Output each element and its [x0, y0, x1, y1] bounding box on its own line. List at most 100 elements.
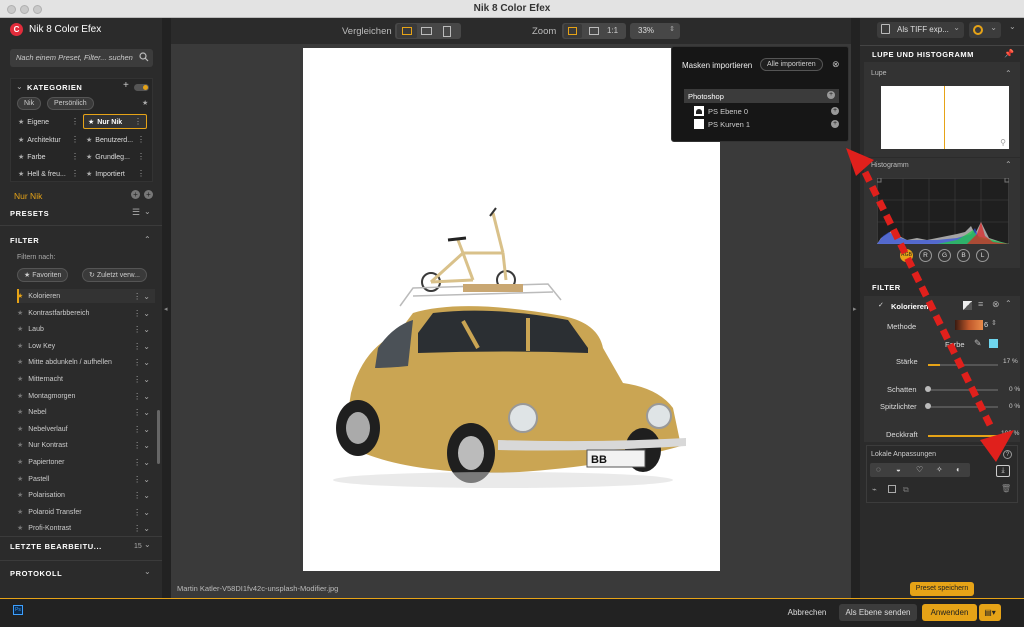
- category-eigene[interactable]: ★ Eigene: [18, 118, 49, 126]
- filter-list-item[interactable]: ★ Mitternacht ⋮ ⌄: [17, 375, 160, 390]
- send-as-layer-button[interactable]: Als Ebene senden: [839, 604, 917, 621]
- presets-header[interactable]: PRESETS: [10, 209, 49, 218]
- filter-list-item[interactable]: ★ Nebelverlauf ⋮ ⌄: [17, 425, 160, 440]
- filter-item-controls[interactable]: ⋮ ⌄: [133, 375, 150, 384]
- favorites-pill[interactable]: ★ Favoriten: [17, 268, 69, 282]
- category-benutzerd[interactable]: ★ Benutzerd...: [86, 136, 133, 144]
- list-view-icon[interactable]: ☰: [132, 207, 140, 218]
- star-icon[interactable]: ★: [17, 326, 23, 333]
- tag-personal[interactable]: Persönlich: [47, 97, 94, 110]
- chevron-down-icon[interactable]: ⌄: [16, 82, 23, 91]
- compare-single-icon[interactable]: [397, 24, 417, 38]
- star-icon[interactable]: ★: [17, 442, 23, 449]
- category-toggle[interactable]: [134, 84, 149, 91]
- import-all-button[interactable]: Alle importieren: [760, 58, 823, 71]
- zoom-fill-icon[interactable]: [589, 27, 599, 35]
- filter-item-controls[interactable]: ⋮ ⌄: [133, 292, 150, 301]
- star-icon[interactable]: ★: [17, 426, 23, 433]
- zoom-1to1-button[interactable]: 1:1: [607, 26, 618, 35]
- protocol-header[interactable]: PROTOKOLL: [10, 569, 62, 578]
- filter-item-controls[interactable]: ⋮ ⌄: [133, 458, 150, 467]
- chevron-up-icon[interactable]: ⌃: [144, 235, 151, 244]
- category-grundleg[interactable]: ★ Grundleg...: [86, 153, 130, 161]
- filter-list-item[interactable]: ★ Montagmorgen ⋮ ⌄: [17, 392, 160, 407]
- chevron-down-icon[interactable]: ⌄: [1009, 22, 1016, 31]
- more-options-icon[interactable]: ⋮: [137, 152, 145, 161]
- filter-item-controls[interactable]: ⋮ ⌄: [133, 342, 150, 351]
- filter-list-item[interactable]: ★ Profi-Kontrast ⋮ ⌄: [17, 524, 160, 539]
- filter-list-item[interactable]: ★ Kontrastfarbbereich ⋮ ⌄: [17, 309, 160, 324]
- star-icon[interactable]: ★: [17, 492, 23, 499]
- filter-item-controls[interactable]: ⋮ ⌄: [133, 508, 150, 517]
- pin-icon[interactable]: 📌: [1004, 49, 1014, 58]
- filter-list-item[interactable]: ★ Nebel ⋮ ⌄: [17, 408, 160, 423]
- scrollbar-thumb[interactable]: [157, 410, 160, 464]
- apply-button[interactable]: Anwenden: [922, 604, 977, 621]
- export-dropdown[interactable]: Als TIFF exp... ⌄: [877, 22, 964, 38]
- more-options-icon[interactable]: ⋮: [134, 117, 142, 126]
- zoom-fit-icon[interactable]: [564, 24, 582, 38]
- add-icon[interactable]: +: [831, 107, 839, 115]
- filter-item-controls[interactable]: ⋮ ⌄: [133, 392, 150, 401]
- star-icon[interactable]: ★: [17, 293, 23, 300]
- compare-split-vertical-icon[interactable]: [421, 27, 432, 35]
- filter-list-item[interactable]: ★ Mitte abdunkeln / aufhellen ⋮ ⌄: [17, 358, 160, 373]
- more-options-icon[interactable]: ⋮: [71, 135, 79, 144]
- category-nur-nik[interactable]: ★ Nur Nik ⋮: [83, 114, 147, 129]
- filter-list-item[interactable]: ★ Papiertoner ⋮ ⌄: [17, 458, 160, 473]
- category-hell-freu[interactable]: ★ Hell & freu...: [18, 170, 66, 178]
- filter-list-item[interactable]: ★ Polarisation ⋮ ⌄: [17, 491, 160, 506]
- star-icon[interactable]: ★: [17, 409, 23, 416]
- duplicate-icon[interactable]: ⧉: [903, 485, 909, 495]
- filter-item-controls[interactable]: ⋮ ⌄: [133, 491, 150, 500]
- filter-item-controls[interactable]: ⋮ ⌄: [133, 441, 150, 450]
- filter-list-item[interactable]: ★ Kolorieren ⋮ ⌄: [17, 292, 160, 307]
- layer-row[interactable]: PS Kurven 1 +: [694, 118, 839, 132]
- star-icon[interactable]: ★: [17, 525, 23, 532]
- filter-item-controls[interactable]: ⋮ ⌄: [133, 408, 150, 417]
- category-importiert[interactable]: ★ Importiert: [86, 170, 125, 178]
- save-preset-button[interactable]: Preset speichern: [910, 582, 974, 596]
- star-icon[interactable]: ★: [17, 459, 23, 466]
- chevron-up-icon[interactable]: ⌃: [1005, 69, 1012, 78]
- category-farbe[interactable]: ★ Farbe: [18, 153, 46, 161]
- more-options-icon[interactable]: ⋮: [71, 169, 79, 178]
- more-options-icon[interactable]: ⋮: [137, 135, 145, 144]
- chevron-down-icon[interactable]: ⌄: [144, 540, 151, 549]
- filter-item-controls[interactable]: ⋮ ⌄: [133, 325, 150, 334]
- add-category-icon[interactable]: +: [123, 80, 129, 91]
- trash-icon[interactable]: 🗑: [1001, 484, 1011, 493]
- source-row[interactable]: Photoshop +: [684, 89, 839, 103]
- apply-options-dropdown[interactable]: ▤▾: [979, 604, 1001, 621]
- favorite-star-icon[interactable]: ★: [142, 99, 148, 107]
- star-icon[interactable]: ★: [17, 310, 23, 317]
- filter-item-controls[interactable]: ⋮ ⌄: [133, 309, 150, 318]
- filter-list-item[interactable]: ★ Laub ⋮ ⌄: [17, 325, 160, 340]
- filter-item-controls[interactable]: ⋮ ⌄: [133, 358, 150, 367]
- search-input[interactable]: Nach einem Preset, Filter... suchen: [10, 49, 153, 67]
- more-options-icon[interactable]: ⋮: [71, 152, 79, 161]
- star-icon[interactable]: ★: [17, 359, 23, 366]
- chevron-down-icon[interactable]: ⌄: [144, 567, 151, 576]
- star-icon[interactable]: ★: [17, 343, 23, 350]
- filter-list-item[interactable]: ★ Pastell ⋮ ⌄: [17, 475, 160, 490]
- filter-item-controls[interactable]: ⋮ ⌄: [133, 524, 150, 533]
- cancel-button[interactable]: Abbrechen: [778, 604, 836, 621]
- filter-item-controls[interactable]: ⋮ ⌄: [133, 425, 150, 434]
- close-icon[interactable]: ⊗: [832, 59, 840, 70]
- mask-view-icon[interactable]: [888, 485, 896, 493]
- image-canvas[interactable]: BB: [303, 48, 720, 571]
- star-icon[interactable]: ★: [17, 376, 23, 383]
- more-options-icon[interactable]: ⋮: [137, 169, 145, 178]
- layer-row[interactable]: PS Ebene 0 +: [694, 105, 839, 119]
- link-icon[interactable]: ⌁: [872, 485, 877, 494]
- filter-header[interactable]: FILTER: [10, 236, 39, 245]
- star-icon[interactable]: ★: [17, 393, 23, 400]
- recent-edits-header[interactable]: LETZTE BEARBEITU...: [10, 542, 102, 551]
- add-icon[interactable]: +: [827, 91, 835, 99]
- chevron-down-icon[interactable]: ⌄: [144, 207, 151, 216]
- add-icon[interactable]: +: [831, 120, 839, 128]
- filter-item-controls[interactable]: ⋮ ⌄: [133, 475, 150, 484]
- left-collapse-strip[interactable]: ◂: [162, 18, 171, 598]
- compare-split-horizontal-icon[interactable]: [443, 26, 451, 37]
